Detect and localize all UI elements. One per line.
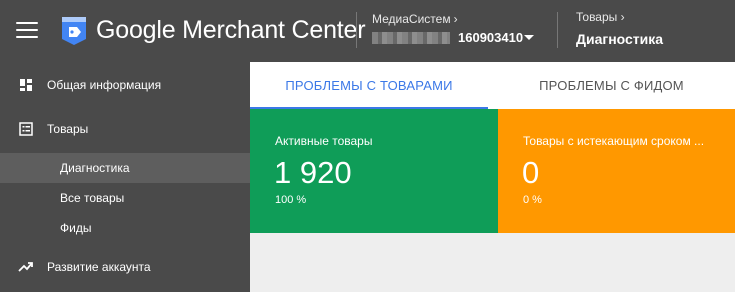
card-title: Товары с истекающим сроком ...	[523, 134, 705, 148]
app-title[interactable]: Google Merchant Center	[96, 14, 366, 46]
card-percent: 100 %	[275, 194, 307, 206]
chevron-right-icon: ›	[620, 10, 625, 24]
sidebar-nav: Общая информация Товары Диагностика Все …	[0, 62, 250, 292]
tab-feed-issues[interactable]: ПРОБЛЕМЫ С ФИДОМ	[488, 62, 735, 109]
hamburger-menu-icon[interactable]	[16, 22, 38, 38]
card-percent: 0 %	[523, 194, 542, 206]
card-value: 0	[522, 155, 540, 190]
sidebar-item-label: Общая информация	[47, 78, 162, 92]
sidebar-item-products[interactable]: Товары	[0, 114, 250, 144]
active-products-card[interactable]: Активные товары 1 920 100 %	[250, 109, 498, 233]
dropdown-caret-icon[interactable]	[524, 35, 534, 40]
sidebar-item-growth[interactable]: Развитие аккаунта	[0, 252, 250, 282]
account-id: 160903410	[458, 30, 524, 45]
redacted-account-label	[372, 32, 450, 44]
sidebar-subitem-feeds[interactable]: Фиды	[0, 213, 250, 243]
tab-product-issues[interactable]: ПРОБЛЕМЫ С ТОВАРАМИ	[250, 62, 488, 109]
list-icon	[19, 122, 33, 136]
account-switcher[interactable]: МедиаСистем › 160903410	[372, 10, 542, 52]
sidebar-subitem-all-products[interactable]: Все товары	[0, 183, 250, 213]
card-value: 1 920	[274, 155, 352, 190]
topbar-divider	[356, 12, 357, 48]
sidebar-item-overview[interactable]: Общая информация	[0, 70, 250, 100]
dashboard-icon	[20, 79, 32, 91]
top-app-bar: Google Merchant Center МедиаСистем › 1609…	[0, 0, 735, 62]
card-title: Активные товары	[275, 134, 373, 148]
topbar-divider	[557, 12, 558, 48]
account-name: МедиаСистем ›	[372, 12, 458, 26]
page-title: Диагностика	[576, 31, 664, 47]
merchant-tag-icon	[62, 17, 86, 45]
sidebar-item-label: Товары	[47, 122, 89, 136]
sidebar-item-label: Развитие аккаунта	[47, 260, 151, 274]
breadcrumb-parent[interactable]: Товары ›	[576, 10, 663, 24]
tab-bar: ПРОБЛЕМЫ С ТОВАРАМИ ПРОБЛЕМЫ С ФИДОМ	[250, 62, 735, 109]
expiring-products-card[interactable]: Товары с истекающим сроком ... 0 0 %	[498, 109, 735, 233]
sidebar-subitem-diagnostics[interactable]: Диагностика	[0, 153, 250, 183]
trending-up-icon	[18, 262, 33, 272]
chevron-right-icon: ›	[453, 12, 458, 26]
sidebar-subitem-label: Фиды	[60, 221, 92, 235]
main-content: ПРОБЛЕМЫ С ТОВАРАМИ ПРОБЛЕМЫ С ФИДОМ Акт…	[250, 62, 735, 292]
sidebar-subitem-label: Диагностика	[60, 161, 130, 175]
breadcrumb: Товары › Диагностика	[576, 10, 663, 47]
sidebar-subitem-label: Все товары	[60, 191, 125, 205]
